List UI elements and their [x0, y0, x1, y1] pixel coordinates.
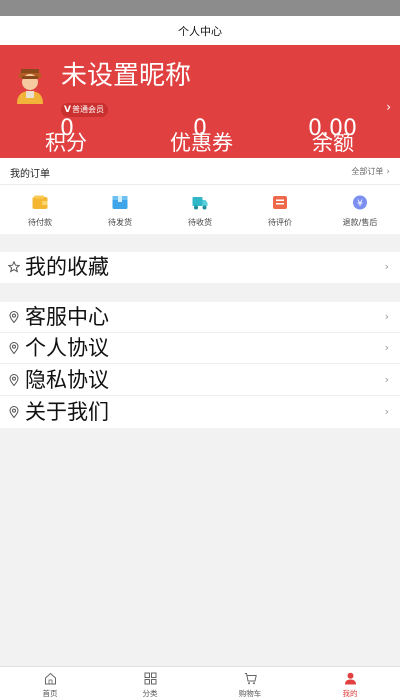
location-pin-icon: [9, 311, 19, 323]
about-us-label: 关于我们: [25, 400, 109, 424]
stat-points-label: 积分: [45, 131, 87, 155]
menu-item-privacy-policy[interactable]: 隐私协议 ›: [0, 365, 400, 396]
member-level-label: 普通会员: [71, 105, 104, 114]
refund-icon: ¥: [353, 195, 367, 210]
order-pending-receipt[interactable]: 待收货: [160, 185, 240, 234]
order-pending-shipment-label: 待发货: [108, 218, 132, 227]
chevron-right-icon: ›: [384, 310, 389, 323]
order-pending-payment-label: 待付款: [28, 218, 52, 227]
review-icon: [273, 196, 287, 209]
menu-item-customer-service[interactable]: 客服中心 ›: [0, 302, 400, 333]
orders-header: 我的订单 全部订单 ›: [0, 158, 400, 185]
profile-header[interactable]: 未设置昵称 V 普通会员 › 0 积分 0 优惠券 0.00 余额: [0, 45, 400, 158]
tab-category[interactable]: 分类: [100, 667, 200, 700]
tab-mine[interactable]: 我的: [300, 667, 400, 700]
favorites-card: 我的收藏 ›: [0, 252, 400, 283]
order-refund-aftersale[interactable]: ¥ 退款/售后: [320, 185, 400, 234]
grid-icon: [144, 672, 157, 685]
location-pin-icon: [9, 406, 19, 418]
menu-item-about-us[interactable]: 关于我们 ›: [0, 397, 400, 428]
star-icon: [8, 261, 20, 273]
service-menu-card: 客服中心 › 个人协议 › 隐私协议 › 关于我们 ›: [0, 302, 400, 428]
home-icon: [45, 672, 56, 685]
chevron-right-icon[interactable]: ›: [386, 100, 391, 114]
order-refund-aftersale-label: 退款/售后: [342, 218, 378, 227]
orders-title: 我的订单: [10, 169, 50, 180]
cart-icon: [244, 673, 257, 685]
location-pin-icon: [9, 374, 19, 386]
wallet-icon: [32, 195, 48, 209]
tab-home-label: 首页: [42, 689, 58, 698]
status-bar: [0, 0, 400, 16]
privacy-policy-label: 隐私协议: [25, 368, 109, 392]
page-title-bar: 个人中心: [0, 16, 400, 45]
chevron-right-icon: ›: [384, 260, 389, 273]
stat-coupons-label: 优惠券: [170, 131, 233, 155]
svg-text:¥: ¥: [357, 199, 363, 209]
chevron-right-icon: ›: [384, 341, 389, 354]
nickname[interactable]: 未设置昵称: [61, 59, 191, 93]
order-pending-review[interactable]: 待评价: [240, 185, 320, 234]
menu-item-user-agreement[interactable]: 个人协议 ›: [0, 333, 400, 364]
package-icon: [112, 196, 128, 209]
chevron-right-icon: ›: [386, 166, 390, 177]
user-agreement-label: 个人协议: [25, 336, 109, 360]
order-pending-payment[interactable]: 待付款: [0, 185, 80, 234]
order-status-shortcuts: 待付款 待发货 待收货 待评价 ¥ 退款/售后: [0, 185, 400, 234]
user-icon: [345, 672, 356, 685]
tab-mine-label: 我的: [342, 689, 358, 698]
page-title: 个人中心: [178, 24, 222, 38]
order-pending-review-label: 待评价: [268, 218, 292, 227]
tab-home[interactable]: 首页: [0, 667, 100, 700]
all-orders-label: 全部订单: [351, 167, 384, 176]
chevron-right-icon: ›: [384, 405, 389, 418]
vip-icon: V: [64, 105, 71, 115]
menu-item-favorites[interactable]: 我的收藏 ›: [0, 252, 400, 283]
location-pin-icon: [9, 342, 19, 354]
truck-icon: [192, 197, 208, 210]
tab-cart[interactable]: 购物车: [200, 667, 300, 700]
avatar[interactable]: [14, 67, 46, 105]
chevron-right-icon: ›: [384, 373, 389, 386]
customer-service-label: 客服中心: [25, 305, 109, 329]
account-stats: 0 积分 0 优惠券 0.00 余额: [0, 117, 400, 158]
all-orders-link[interactable]: 全部订单 ›: [351, 166, 390, 177]
tab-cart-label: 购物车: [238, 689, 262, 698]
bottom-tab-bar: 首页 分类 购物车 我的: [0, 666, 400, 700]
tab-category-label: 分类: [142, 689, 158, 698]
stat-balance-label: 余额: [312, 131, 354, 155]
member-level-badge: V 普通会员: [61, 103, 108, 117]
order-pending-receipt-label: 待收货: [188, 218, 212, 227]
favorites-label: 我的收藏: [25, 255, 109, 279]
order-pending-shipment[interactable]: 待发货: [80, 185, 160, 234]
